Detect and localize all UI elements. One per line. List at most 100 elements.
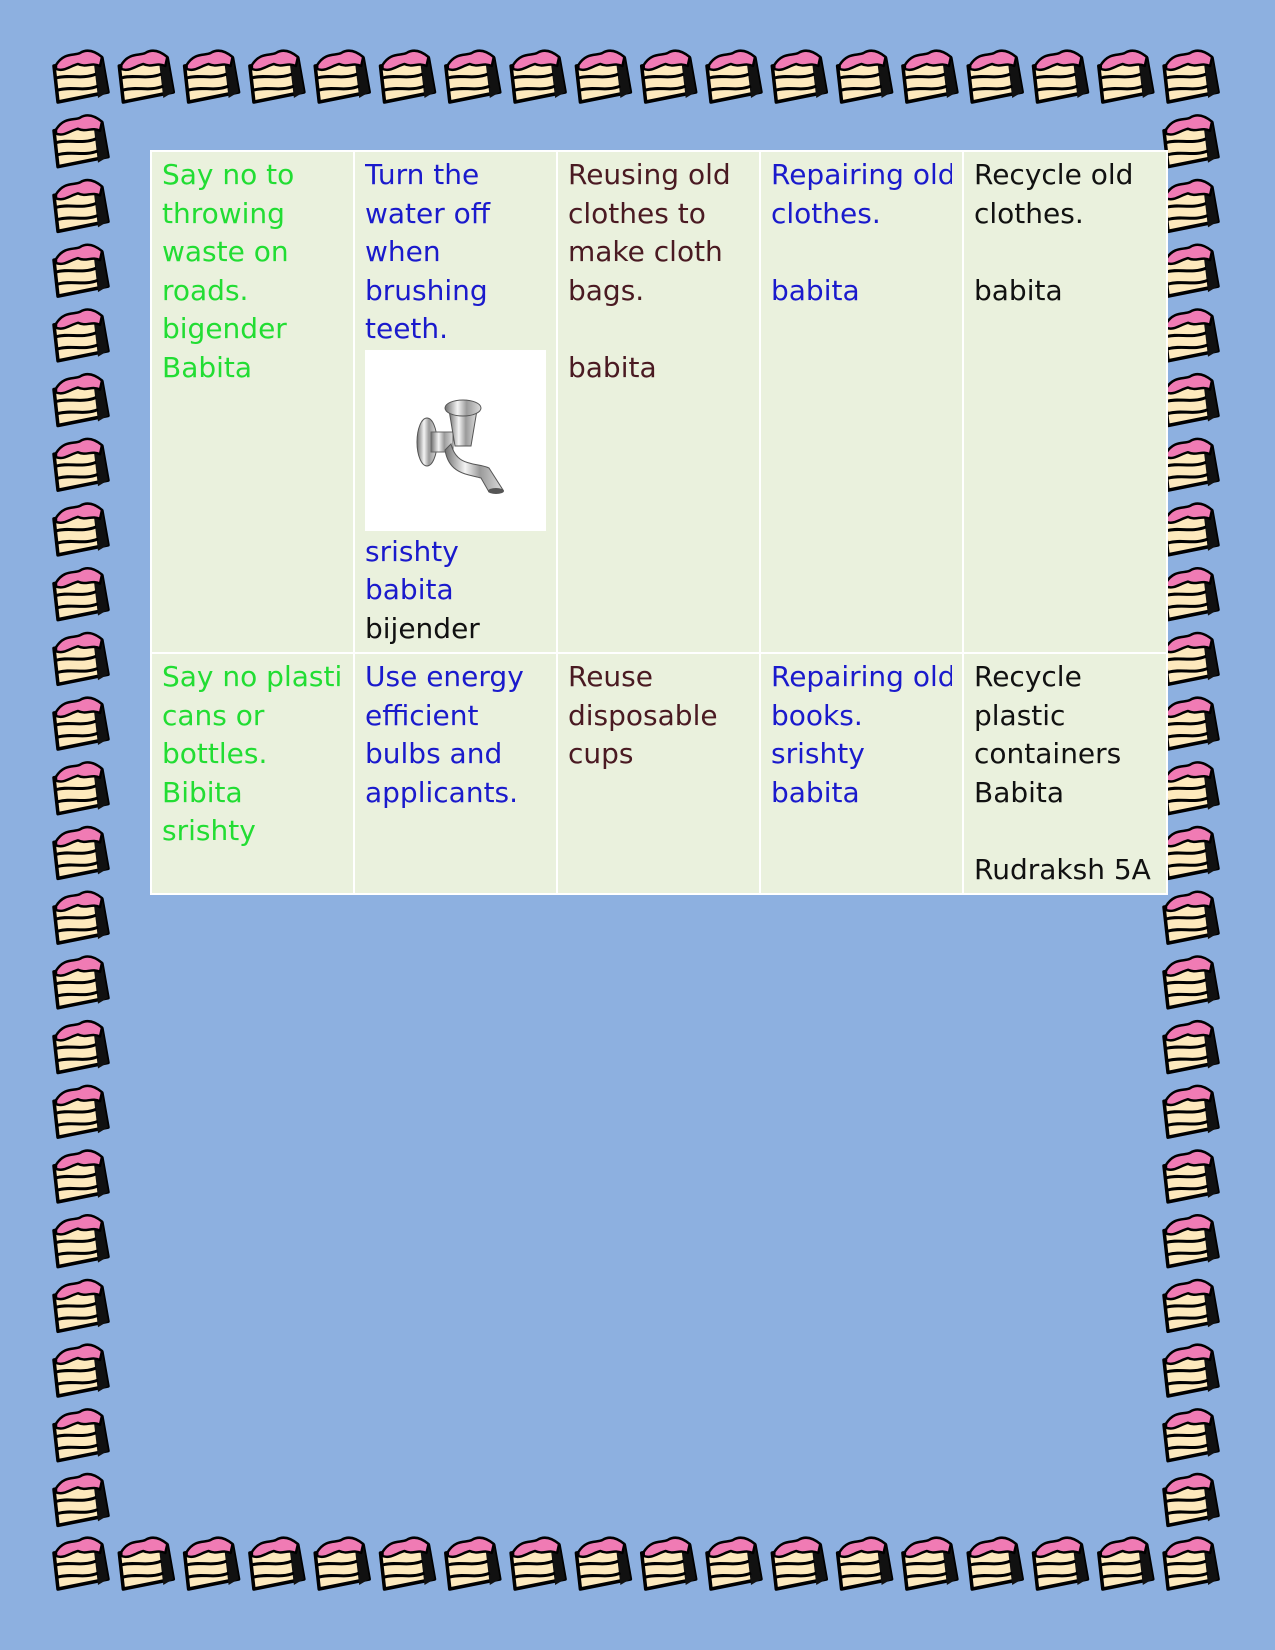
cell-text-line: Babita <box>162 350 253 384</box>
cell-text-line: srishty <box>365 534 459 568</box>
cell-text-line: cups <box>568 737 634 770</box>
cake-slice-icon <box>1162 1342 1220 1398</box>
cell-text-line: plastic <box>974 698 1066 732</box>
cake-slice-icon <box>52 307 110 363</box>
water-tap-icon <box>365 349 546 531</box>
cake-slice-icon <box>509 48 567 104</box>
cake-slice-icon <box>182 1535 241 1591</box>
cell-text-line: Turn the <box>365 158 480 191</box>
cell-text-line <box>974 812 1156 851</box>
cake-slice-icon <box>1162 1407 1220 1463</box>
cake-slice-icon <box>1162 307 1220 363</box>
cake-slice-icon <box>52 1019 110 1075</box>
cake-slice-icon <box>248 1535 306 1591</box>
cell-text-line: waste on <box>162 235 289 268</box>
table-cell: Repairing old clothes. babita <box>759 150 964 654</box>
cell-text-line: babita <box>771 273 860 307</box>
cake-slice-icon <box>1162 631 1220 687</box>
cake-slice-icon <box>52 760 110 816</box>
cell-text-line: Recycle <box>974 660 1082 693</box>
table-cell: Recycle old clothes. babita <box>962 150 1168 654</box>
cake-slice-icon <box>182 48 241 104</box>
cake-slice-icon <box>1162 566 1220 622</box>
cake-slice-icon <box>574 48 633 104</box>
cake-slice-icon <box>966 1535 1024 1591</box>
cell-text-line: clothes. <box>771 196 881 230</box>
cake-slice-icon <box>1162 890 1220 945</box>
cake-slice-icon <box>1162 695 1220 751</box>
cell-text-line <box>974 233 1156 272</box>
cell-text-line <box>568 310 749 349</box>
cell-text-line: Use energy <box>365 660 524 693</box>
cake-slice-icon <box>52 890 110 945</box>
cell-text-line: water off <box>365 196 491 230</box>
cell-text-line: when <box>365 235 441 268</box>
cell-text-line: applicants. <box>365 775 519 809</box>
cake-slice-icon <box>1162 1278 1220 1334</box>
cake-slice-icon <box>52 501 110 557</box>
cake-slice-icon <box>770 1535 829 1591</box>
cell-text-line: Reusing old <box>568 158 731 191</box>
cake-slice-icon <box>52 825 110 881</box>
cake-slice-icon <box>52 1407 110 1463</box>
table-cell: Say no plastic cans or bottles. Bibita srish… <box>150 652 355 895</box>
cell-text-line: disposable <box>568 698 718 732</box>
cake-slice-icon <box>52 48 110 104</box>
cake-slice-icon <box>835 48 894 104</box>
cell-text-line: roads. <box>162 273 249 307</box>
cake-slice-icon <box>1162 437 1220 492</box>
cake-slice-icon <box>574 1535 633 1591</box>
cake-slice-icon <box>1031 1535 1090 1591</box>
cell-text-line: Recycle old <box>974 158 1134 191</box>
cake-slice-icon <box>835 1535 894 1591</box>
cell-text-line: bags. <box>568 273 645 307</box>
cake-slice-icon <box>52 1213 110 1269</box>
cell-text-line: bigender <box>162 312 287 345</box>
cake-slice-icon <box>117 1535 176 1591</box>
cell-text-line: Babita <box>974 775 1065 809</box>
cell-text-line: cans or <box>162 698 265 732</box>
cake-slice-icon <box>1162 372 1220 428</box>
cake-slice-icon <box>1162 1148 1220 1204</box>
cell-text-line: teeth. <box>365 312 449 345</box>
cake-slice-icon <box>52 1342 110 1398</box>
cake-slice-icon <box>1162 1019 1220 1075</box>
table-cell: Recycle plastic containers Babita Rudraksh 5… <box>962 652 1168 895</box>
cake-slice-icon <box>1162 1472 1220 1528</box>
cake-slice-icon <box>52 243 110 298</box>
cell-text-line: Bibita <box>162 775 243 809</box>
cake-slice-icon <box>378 1535 437 1591</box>
cell-text-line: clothes. <box>974 196 1084 230</box>
table-row: Say no plastic cans or bottles. Bibita srish… <box>150 652 1168 895</box>
cake-slice-icon <box>1162 954 1220 1010</box>
cell-text-line: containers <box>974 737 1122 770</box>
table-cell: Turn the water off when brushing teeth. srish… <box>353 150 558 654</box>
cake-slice-icon <box>313 48 371 104</box>
cell-text-line: babita <box>568 350 657 384</box>
table-cell: Reusing old clothes to make cloth bags. babi… <box>556 150 761 654</box>
cake-slice-icon <box>1162 243 1220 298</box>
cell-text-line: Say no to <box>162 158 295 191</box>
cell-text-line: Say no plastic <box>162 660 343 693</box>
cake-slice-icon <box>705 1535 763 1591</box>
cake-slice-icon <box>52 695 110 751</box>
cake-slice-icon <box>1031 48 1090 104</box>
table-cell: Say no to throwing waste on roads. bigender B… <box>150 150 355 654</box>
cell-text-line: brushing <box>365 273 488 307</box>
cake-slice-icon <box>117 48 176 104</box>
cell-text-line: Rudraksh 5A <box>974 852 1151 886</box>
cake-slice-icon <box>639 1535 698 1591</box>
cake-slice-icon <box>52 1084 110 1139</box>
cake-slice-icon <box>1162 113 1220 169</box>
cake-slice-icon <box>1097 48 1155 104</box>
cell-text-line: bijender <box>365 611 480 645</box>
cake-slice-icon <box>248 48 306 104</box>
cell-text-line: clothes to <box>568 196 706 230</box>
cake-slice-icon <box>52 372 110 428</box>
cake-slice-icon <box>52 1148 110 1204</box>
cell-text-line: Repairing old <box>771 158 952 191</box>
cake-slice-icon <box>1162 760 1220 816</box>
cake-slice-icon <box>52 113 110 169</box>
cake-slice-icon <box>52 566 110 622</box>
table-cell: Reuse disposable cups <box>556 652 761 895</box>
